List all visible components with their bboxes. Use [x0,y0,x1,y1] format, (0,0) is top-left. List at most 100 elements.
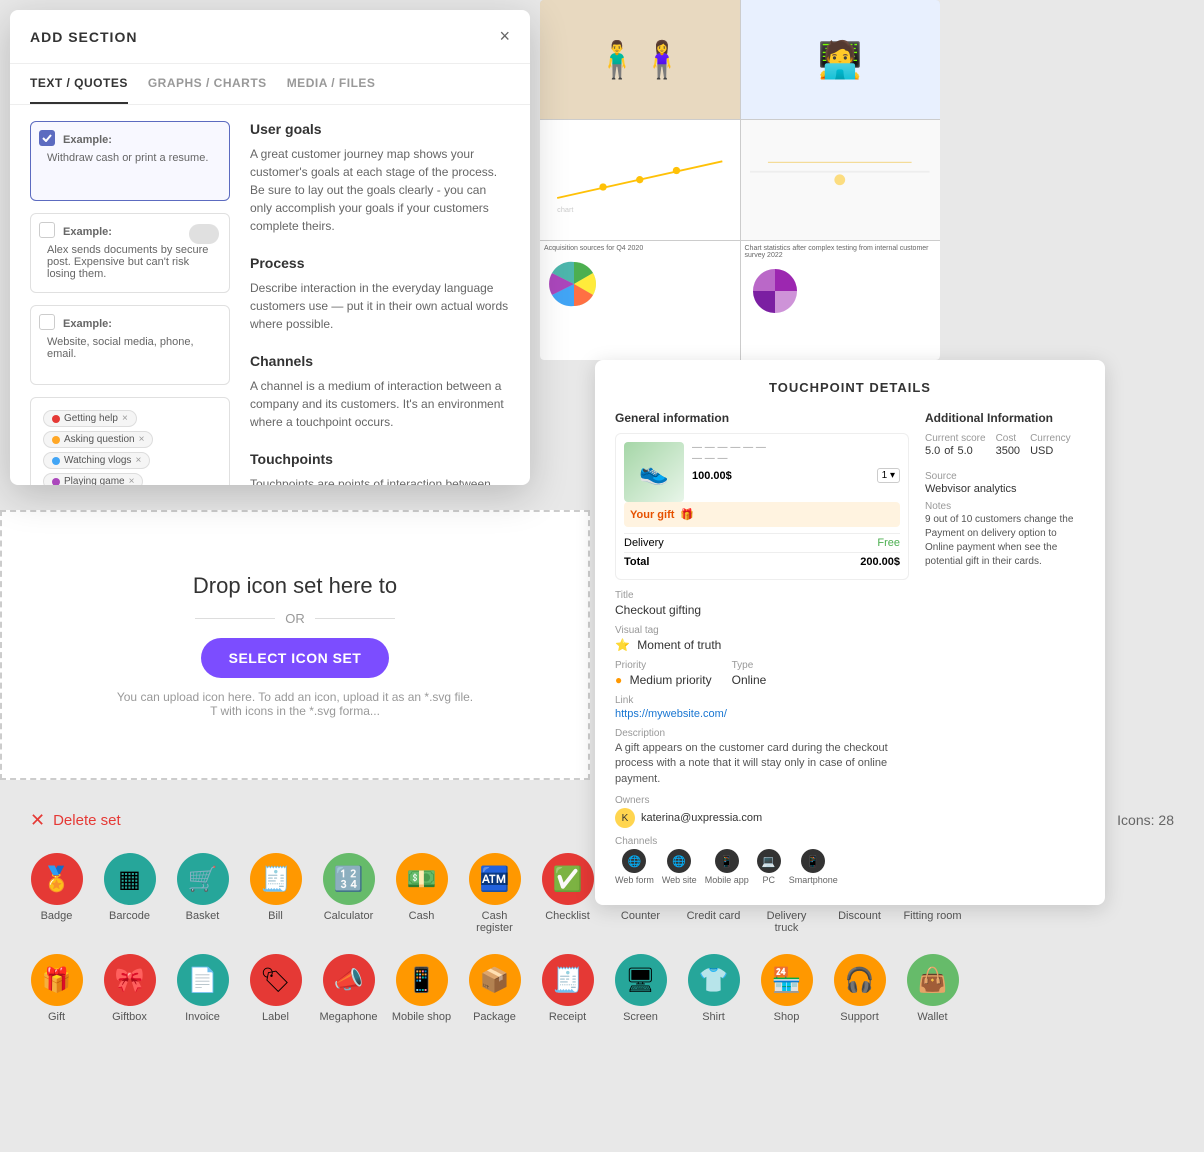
icon-item[interactable]: 🎁 Gift [24,954,89,1023]
icon-label: Gift [48,1011,65,1023]
quantity-selector[interactable]: 1 ▾ [877,468,900,483]
tab-graphs-charts[interactable]: GRAPHS / CHARTS [148,64,267,104]
close-modal-button[interactable]: × [499,26,510,47]
channels-icons: 🌐 Web form 🌐 Web site 📱 Mobile app 💻 PC … [615,849,909,885]
icon-item[interactable]: 📦 Package [462,954,527,1023]
modal-title: ADD SECTION [30,29,137,45]
icon-label: Counter [621,910,660,922]
priority-field: Priority ● Medium priority [615,660,712,695]
icon-circle: 📱 [396,954,448,1006]
icon-item[interactable]: 👕 Shirt [681,954,746,1023]
icon-item[interactable]: 🔢 Calculator [316,853,381,922]
icon-item[interactable]: 🧾 Bill [243,853,308,922]
channel-label: Web site [662,875,697,885]
user-goals-checkbox [39,130,55,146]
delete-set-button[interactable]: ✕ Delete set [30,810,121,831]
channels-example-label: Example: [43,318,217,330]
channels-title: Channels [250,353,510,369]
type-field: Type Online [732,660,767,695]
link-value[interactable]: https://mywebsite.com/ [615,708,909,720]
tab-text-quotes[interactable]: TEXT / QUOTES [30,64,128,104]
icon-circle: ✅ [542,853,594,905]
touchpoints-title: Touchpoints [250,451,510,467]
icon-circle: 📦 [469,954,521,1006]
modal-header: ADD SECTION × [10,10,530,64]
process-title: Process [250,255,510,271]
process-checkbox [39,222,55,238]
score-cost-row: Current score 5.0 of 5.0 Cost 3500 Curre… [925,433,1085,463]
icon-item[interactable]: 📄 Invoice [170,954,235,1023]
icon-label: Mobile shop [392,1011,451,1023]
icon-item[interactable]: 🎀 Giftbox [97,954,162,1023]
product-image: 👟 [624,442,684,502]
tag-item[interactable]: Getting help× [43,410,137,427]
delivery-row: Delivery Free [624,533,900,552]
preview-cell-6: Chart statistics after complex testing f… [741,241,941,360]
icon-item[interactable]: 🏧 Cash register [462,853,527,934]
owner-row: K katerina@uxpressia.com [615,808,909,828]
icon-item[interactable]: 💵 Cash [389,853,454,922]
drop-zone[interactable]: Drop icon set here to OR SELECT ICON SET… [0,510,590,780]
channel-circle: 🌐 [622,849,646,873]
general-info-label: General information [615,411,909,425]
process-card[interactable]: Example: Alex sends documents by secure … [30,213,230,293]
icon-circle: 🏧 [469,853,521,905]
icon-circle: 👜 [907,954,959,1006]
user-goals-title: User goals [250,121,510,137]
icon-item[interactable]: 🏅 Badge [24,853,89,922]
icon-label: Support [840,1011,879,1023]
channel-label: Mobile app [705,875,749,885]
tag-item[interactable]: Playing game× [43,473,143,485]
tag-item[interactable]: Asking question× [43,431,153,448]
icons-row-2: 🎁 Gift 🎀 Giftbox 📄 Invoice 🏷 Label [20,946,1184,1031]
cost-field: Cost 3500 [996,433,1020,463]
icon-circle: 🎧 [834,954,886,1006]
icon-circle: 🧾 [542,954,594,1006]
channel-circle: 📱 [715,849,739,873]
channels-field: Channels 🌐 Web form 🌐 Web site 📱 Mobile … [615,836,909,885]
svg-text:chart: chart [557,205,573,214]
channels-desc: A channel is a medium of interaction bet… [250,377,510,431]
channels-card[interactable]: Example: Website, social media, phone, e… [30,305,230,385]
user-goals-card[interactable]: Example: Withdraw cash or print a resume… [30,121,230,201]
user-goals-section: User goals A great customer journey map … [250,121,510,235]
channel-icon: 🌐 Web form [615,849,654,885]
icon-circle: 🎀 [104,954,156,1006]
icon-item[interactable]: ✅ Checklist [535,853,600,922]
score-value: 5.0 of 5.0 [925,445,986,457]
process-desc: Describe interaction in the everyday lan… [250,279,510,333]
icon-item[interactable]: 📣 Megaphone [316,954,381,1023]
or-divider: OR [195,611,395,626]
tab-media-files[interactable]: MEDIA / FILES [287,64,376,104]
tag-item[interactable]: Watching vlogs× [43,452,150,469]
preview-cell-4 [741,120,941,239]
notes-field: Notes 9 out of 10 customers change the P… [925,501,1085,569]
select-icon-set-button[interactable]: SELECT ICON SET [201,638,390,678]
touchpoint-title: TOUCHPOINT DETAILS [615,380,1085,395]
preview-area: 🧍‍♂️🧍‍♀️ 🧑‍💻 chart [540,0,940,360]
process-section: Process Describe interaction in the ever… [250,255,510,333]
preview-cell-2: 🧑‍💻 [741,0,941,119]
icon-item[interactable]: ▦ Barcode [97,853,162,922]
touchpoints-tags-card: Getting help× Asking question× Watching vl… [30,397,230,485]
icon-item[interactable]: 🎧 Support [827,954,892,1023]
icon-item[interactable]: 🧾 Receipt [535,954,600,1023]
touchpoint-right: Additional Information Current score 5.0… [925,411,1085,885]
icon-item[interactable]: 🏪 Shop [754,954,819,1023]
tags-container: Getting help× Asking question× Watching vl… [41,408,219,485]
process-example-text: Alex sends documents by secure post. Exp… [43,244,217,280]
modal-right-panel: User goals A great customer journey map … [250,121,510,469]
icon-item[interactable]: 👜 Wallet [900,954,965,1023]
icon-label: Label [262,1011,289,1023]
icon-item[interactable]: 📱 Mobile shop [389,954,454,1023]
icon-item[interactable]: 🛒 Basket [170,853,235,922]
user-goals-example-text: Withdraw cash or print a resume. [43,152,217,164]
icon-circle: 🏪 [761,954,813,1006]
icon-item[interactable]: 🖥 Screen [608,954,673,1023]
channel-label: Web form [615,875,654,885]
channel-icon: 📱 Mobile app [705,849,749,885]
icon-item[interactable]: 🏷 Label [243,954,308,1023]
owners-field: Owners K katerina@uxpressia.com [615,795,909,828]
modal-body: Example: Withdraw cash or print a resume… [10,105,530,485]
icon-circle: 👕 [688,954,740,1006]
